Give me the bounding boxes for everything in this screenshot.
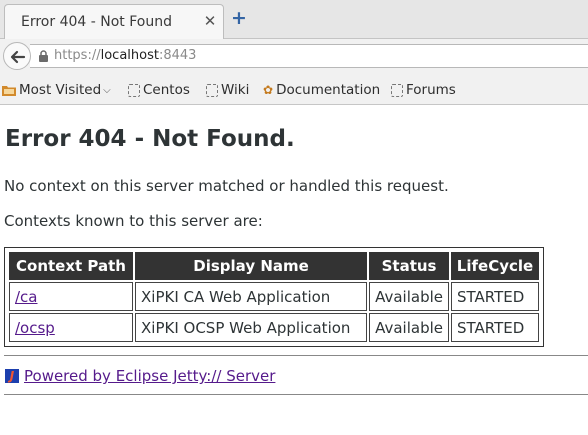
context-path-link[interactable]: /ocsp [15, 319, 55, 337]
tab-title: Error 404 - Not Found [21, 14, 172, 30]
context-path-cell: /ca [9, 282, 133, 311]
tab-strip: Error 404 - Not Found ✕ + [0, 0, 588, 40]
status-cell: Available [369, 313, 449, 342]
back-arrow-icon [10, 50, 26, 64]
bookmark-label: Forums [406, 82, 456, 98]
table-row: /ca XiPKI CA Web Application Available S… [9, 282, 539, 311]
bookmark-forums[interactable]: Forums [391, 82, 456, 98]
bookmarks-toolbar: Most Visited ⌵ Centos Wiki ✿ Documentati… [0, 73, 588, 105]
contexts-intro: Contexts known to this server are: [4, 212, 263, 230]
url-scheme: https:// [54, 48, 101, 63]
table-header-row: Context Path Display Name Status LifeCyc… [9, 252, 539, 280]
display-name-cell: XiPKI CA Web Application [135, 282, 368, 311]
url-bar[interactable]: https://localhost:8443 [30, 44, 588, 68]
column-header: Display Name [135, 252, 368, 280]
page-icon [128, 83, 140, 97]
powered-by: J Powered by Eclipse Jetty:// Server [5, 367, 275, 385]
bookmark-label: Centos [143, 82, 190, 98]
bookmark-most-visited[interactable]: Most Visited ⌵ [2, 82, 111, 98]
column-header: Status [369, 252, 449, 280]
navigation-toolbar: https://localhost:8443 [0, 39, 588, 73]
lifecycle-cell: STARTED [451, 282, 539, 311]
page-icon [206, 83, 218, 97]
powered-by-link[interactable]: Powered by Eclipse Jetty:// Server [24, 367, 275, 385]
lifecycle-cell: STARTED [451, 313, 539, 342]
close-tab-icon[interactable]: ✕ [201, 12, 219, 30]
bookmark-label: Most Visited [19, 82, 102, 98]
bookmark-wiki[interactable]: Wiki [206, 82, 249, 98]
url-host: localhost [100, 48, 159, 63]
new-tab-button[interactable]: + [230, 9, 248, 28]
context-path-link[interactable]: /ca [15, 288, 38, 306]
folder-icon [2, 86, 16, 96]
url-text: https://localhost:8443 [54, 48, 196, 63]
display-name-cell: XiPKI OCSP Web Application [135, 313, 368, 342]
chevron-down-icon: ⌵ [103, 84, 111, 96]
page-title: Error 404 - Not Found. [5, 126, 295, 152]
url-port: :8443 [158, 48, 197, 63]
divider [4, 394, 588, 395]
divider [4, 355, 588, 356]
bookmark-centos[interactable]: Centos [128, 82, 190, 98]
page-icon [391, 83, 403, 97]
status-cell: Available [369, 282, 449, 311]
table-row: /ocsp XiPKI OCSP Web Application Availab… [9, 313, 539, 342]
context-path-cell: /ocsp [9, 313, 133, 342]
lock-icon [39, 50, 48, 62]
bookmark-label: Wiki [221, 82, 250, 98]
bookmark-documentation[interactable]: ✿ Documentation [263, 82, 380, 98]
back-button[interactable] [3, 42, 31, 70]
jetty-logo-icon: J [5, 369, 19, 383]
flower-icon: ✿ [263, 83, 274, 97]
error-message: No context on this server matched or han… [4, 177, 449, 195]
browser-tab[interactable]: Error 404 - Not Found ✕ [4, 4, 224, 40]
contexts-table: Context Path Display Name Status LifeCyc… [4, 247, 544, 347]
bookmark-label: Documentation [276, 82, 381, 98]
column-header: Context Path [9, 252, 133, 280]
column-header: LifeCycle [451, 252, 539, 280]
